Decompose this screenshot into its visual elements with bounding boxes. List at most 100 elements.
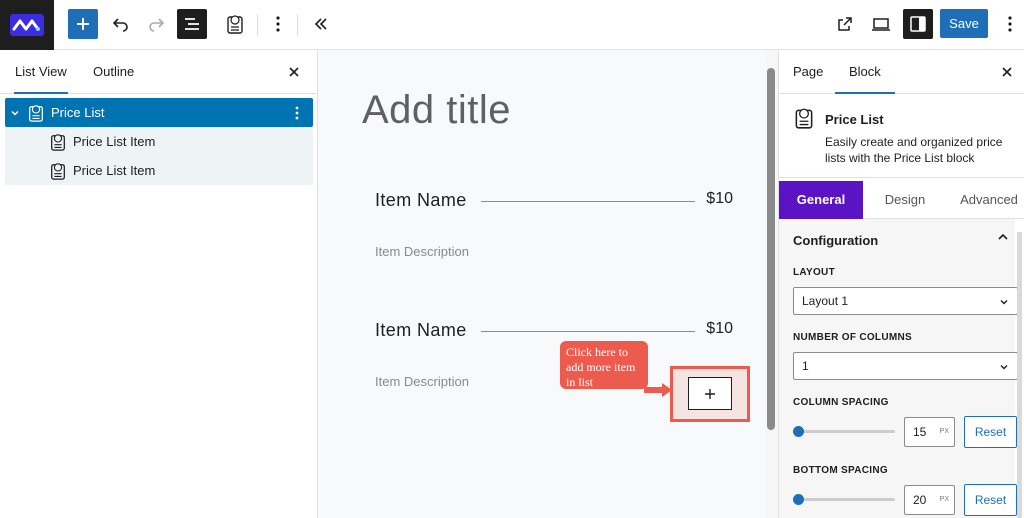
price-list-item-icon [47, 131, 69, 153]
editor-canvas: Add title Item Name $10 Item Description… [318, 50, 778, 518]
document-outline-button[interactable] [177, 9, 207, 39]
item-price[interactable]: $10 [706, 190, 733, 208]
sidebar-icon [910, 16, 926, 32]
block-card: Price List Easily create and organized p… [779, 94, 1024, 178]
layout-select[interactable]: Layout 1 [793, 287, 1018, 315]
unit-label: PX [939, 496, 949, 503]
settings-sidebar: Page Block Price List Easily create and … [778, 50, 1024, 518]
callout-arrow-icon [644, 383, 672, 397]
tab-outline[interactable]: Outline [93, 50, 134, 94]
top-toolbar: Save [0, 0, 1024, 50]
columns-select[interactable]: 1 [793, 352, 1018, 380]
redo-button[interactable] [141, 9, 171, 39]
tab-advanced[interactable]: Advanced [947, 181, 1024, 219]
item-description[interactable]: Item Description [375, 244, 469, 259]
tab-block[interactable]: Block [835, 50, 895, 94]
section-title[interactable]: Configuration [793, 233, 878, 248]
layout-value: Layout 1 [802, 294, 849, 308]
plus-icon [77, 18, 89, 30]
device-preview-button[interactable] [866, 9, 896, 39]
save-button[interactable]: Save [940, 9, 988, 38]
bottom-spacing-value: 20 [913, 493, 927, 507]
toolbar-divider [257, 14, 258, 36]
bottom-spacing-label: BOTTOM SPACING [793, 465, 888, 476]
redo-icon [149, 18, 165, 32]
layout-label: LAYOUT [793, 267, 835, 278]
tree-item-label: Price List Item [73, 134, 156, 149]
close-list-view-button[interactable] [284, 62, 304, 82]
configuration-panel: Configuration LAYOUT Layout 1 NUMBER OF … [779, 219, 1018, 518]
collapse-button[interactable] [306, 9, 336, 39]
editor-app: Save List View Outline Price List Price … [0, 0, 1024, 518]
chevron-down-icon [1000, 365, 1008, 370]
tab-page[interactable]: Page [793, 50, 823, 94]
undo-button[interactable] [106, 9, 136, 39]
add-item-button[interactable] [688, 377, 732, 410]
item-divider-line [481, 201, 695, 202]
block-description: Easily create and organized price lists … [825, 135, 1003, 165]
view-page-button[interactable] [830, 9, 860, 39]
columns-label: NUMBER OF COLUMNS [793, 332, 912, 343]
item-name[interactable]: Item Name [375, 190, 467, 211]
add-block-button[interactable] [68, 9, 98, 39]
price-list-icon [795, 108, 813, 129]
logo-icon [10, 14, 44, 36]
site-logo[interactable] [0, 0, 54, 50]
tree-item-price-list[interactable]: Price List [5, 98, 313, 127]
reset-column-spacing-button[interactable]: Reset [964, 416, 1017, 448]
column-spacing-label: COLUMN SPACING [793, 397, 889, 408]
bottom-spacing-slider[interactable] [793, 494, 895, 505]
bottom-spacing-input[interactable]: 20 PX [904, 485, 955, 515]
block-options-button[interactable] [289, 103, 305, 123]
slider-thumb[interactable] [793, 426, 804, 437]
more-vertical-icon [1008, 16, 1012, 32]
settings-tabs: General Design Advanced [779, 181, 1024, 219]
tree-item-label: Price List [51, 105, 105, 120]
list-view-panel: List View Outline Price List Price List … [0, 50, 318, 518]
price-list-item-icon [47, 160, 69, 182]
item-price[interactable]: $10 [706, 320, 733, 338]
sidebar-scrollbar[interactable] [1017, 232, 1022, 518]
external-link-icon [838, 17, 852, 31]
annotation-callout: Click here to add more item in list [560, 341, 648, 389]
price-list-icon [25, 102, 47, 124]
more-tools-button[interactable] [263, 9, 293, 39]
item-name[interactable]: Item Name [375, 320, 467, 341]
settings-sidebar-toggle[interactable] [903, 9, 933, 39]
list-view-tabs: List View Outline [0, 50, 318, 94]
column-spacing-input[interactable]: 15 PX [904, 417, 955, 447]
tree-item-label: Price List Item [73, 163, 156, 178]
unit-label: PX [939, 428, 949, 435]
block-title: Price List [825, 112, 884, 127]
column-spacing-slider[interactable] [793, 426, 895, 437]
item-divider-line [481, 331, 695, 332]
plus-icon [705, 388, 715, 399]
tree-item-price-list-item[interactable]: Price List Item [5, 156, 313, 185]
slider-thumb[interactable] [793, 494, 804, 505]
close-icon [1002, 67, 1012, 77]
canvas-scrollbar[interactable] [767, 68, 775, 430]
chevron-down-icon [1000, 300, 1008, 305]
canvas-content: Add title Item Name $10 Item Description… [318, 50, 766, 518]
more-vertical-icon [276, 16, 280, 32]
block-tree: Price List Price List Item Price List It… [5, 98, 313, 185]
reset-bottom-spacing-button[interactable]: Reset [964, 484, 1017, 516]
desktop-icon [872, 18, 890, 31]
sidebar-tabs: Page Block [779, 50, 1024, 94]
item-description[interactable]: Item Description [375, 374, 469, 389]
chevron-down-icon[interactable] [5, 98, 25, 127]
options-button[interactable] [995, 9, 1024, 39]
post-title-input[interactable]: Add title [362, 88, 511, 133]
close-sidebar-button[interactable] [997, 62, 1017, 82]
tab-design[interactable]: Design [863, 181, 947, 219]
toolbar-divider [297, 14, 298, 36]
price-list-block-button[interactable] [220, 9, 250, 39]
more-vertical-icon [295, 106, 299, 120]
tree-item-price-list-item[interactable]: Price List Item [5, 127, 313, 156]
double-chevron-left-icon [314, 18, 327, 30]
close-icon [289, 67, 299, 77]
price-list-block-icon [227, 15, 243, 34]
tab-list-view[interactable]: List View [14, 50, 68, 94]
chevron-up-icon[interactable] [997, 231, 1009, 243]
tab-general[interactable]: General [779, 181, 863, 219]
